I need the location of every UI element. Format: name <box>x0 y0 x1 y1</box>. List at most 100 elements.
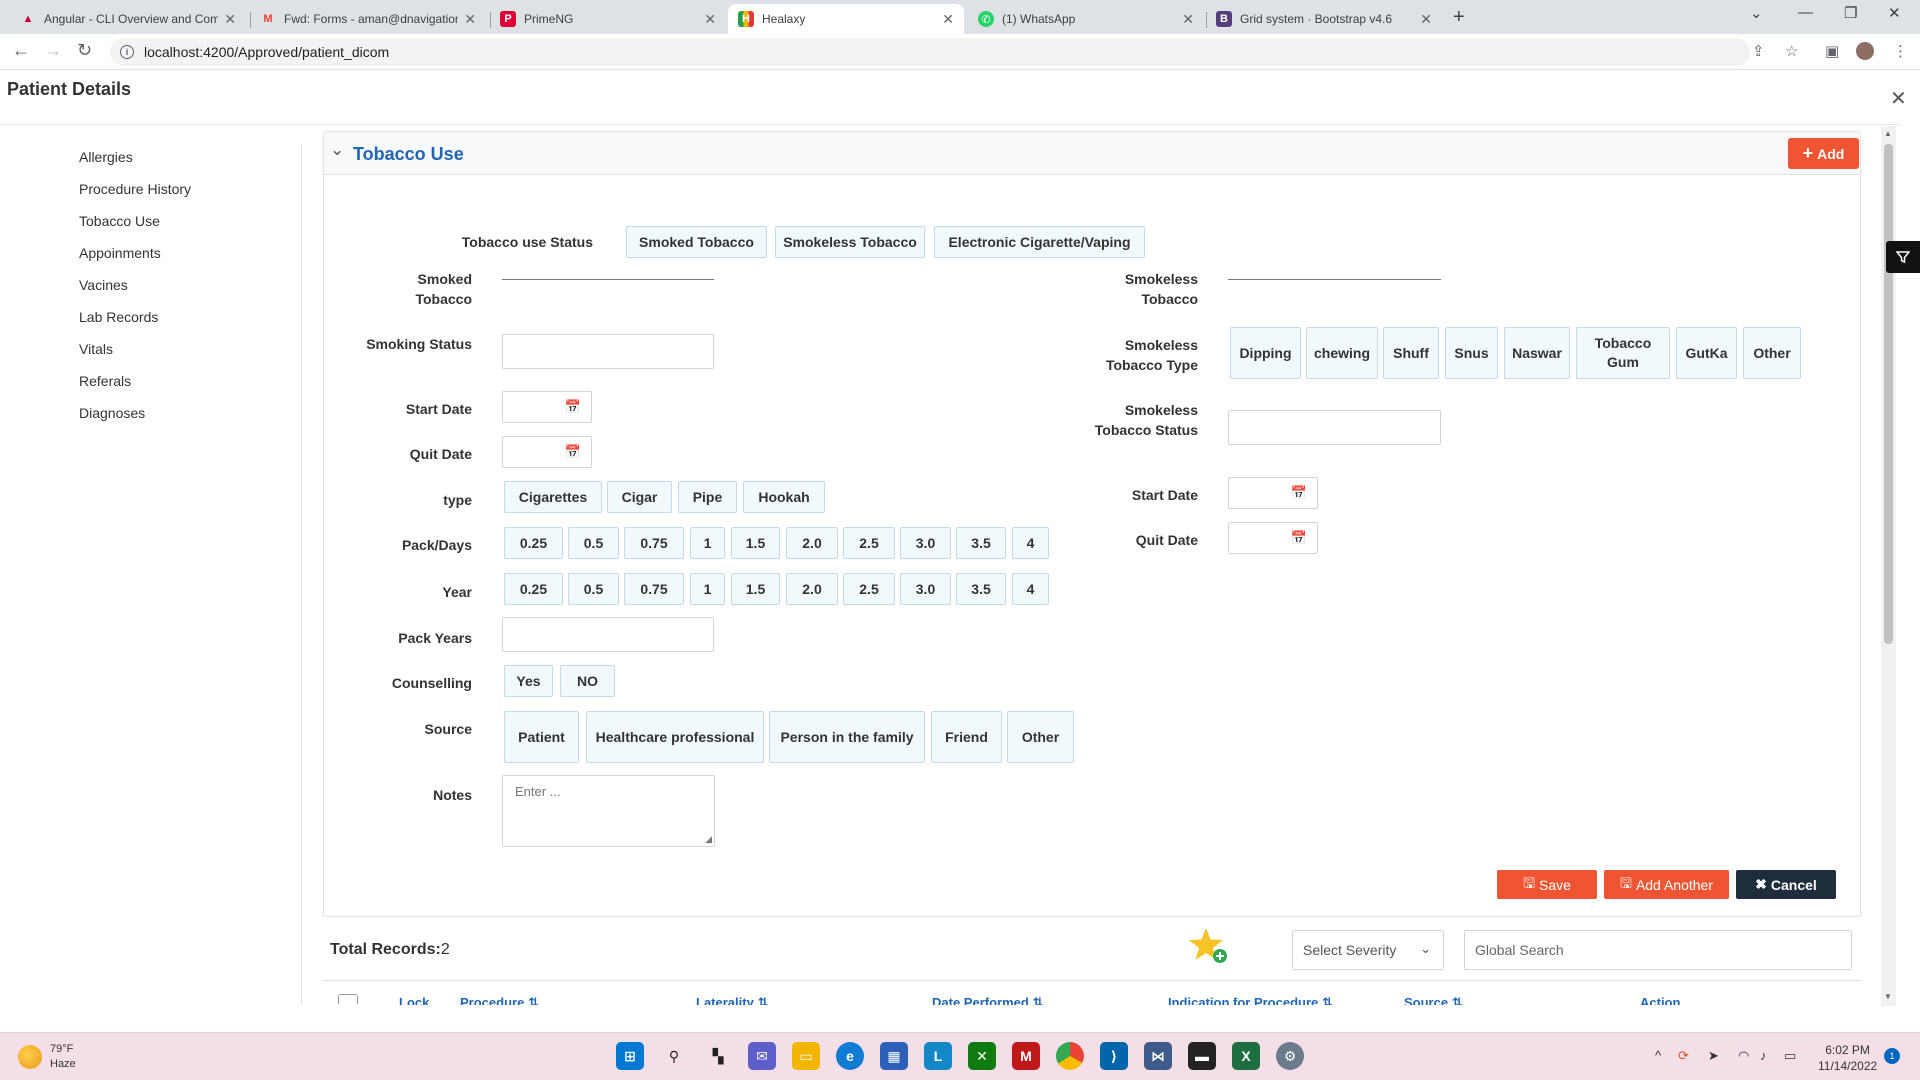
xbox-icon[interactable]: ✕ <box>968 1042 996 1070</box>
year-option[interactable]: 2.5 <box>843 573 895 605</box>
sync-icon[interactable]: ⟳ <box>1678 1048 1689 1064</box>
scroll-up-arrow-icon[interactable]: ▲ <box>1884 129 1892 138</box>
excel-icon[interactable]: X <box>1232 1042 1260 1070</box>
calendar-icon[interactable]: 📅 <box>1291 485 1307 501</box>
profile-avatar[interactable] <box>1856 42 1874 60</box>
pack-years-input[interactable] <box>502 617 714 652</box>
close-icon[interactable]: ✕ <box>942 11 954 28</box>
sidebar-item-allergies[interactable]: Allergies <box>79 149 133 165</box>
pack-days-option[interactable]: 2.5 <box>843 527 895 559</box>
pack-days-option[interactable]: 0.5 <box>568 527 619 559</box>
wifi-icon[interactable]: ◠ <box>1738 1048 1749 1064</box>
add-button[interactable]: + Add <box>1788 138 1859 169</box>
sidebar-item-vacines[interactable]: Vacines <box>79 277 128 293</box>
volume-icon[interactable]: ♪ <box>1760 1048 1767 1063</box>
close-icon[interactable]: ✕ <box>704 11 716 28</box>
browser-tab-primeng[interactable]: P PrimeNG ✕ <box>490 4 726 34</box>
smokeless-start-date-picker[interactable]: 📅 <box>1228 477 1318 509</box>
source-option-other[interactable]: Other <box>1007 711 1074 763</box>
source-option-patient[interactable]: Patient <box>504 711 579 763</box>
location-arrow-icon[interactable]: ➤ <box>1708 1048 1719 1064</box>
pack-days-option[interactable]: 1.5 <box>731 527 780 559</box>
site-info-icon[interactable]: i <box>120 45 134 59</box>
restore-icon[interactable]: ❐ <box>1844 4 1857 22</box>
new-tab-plus-icon[interactable]: + <box>1453 6 1465 29</box>
weather-widget[interactable]: 79°F Haze <box>18 1042 76 1072</box>
settings-gear-icon[interactable]: ⚙ <box>1276 1042 1304 1070</box>
calendar-icon[interactable]: 📅 <box>1291 530 1307 546</box>
battery-icon[interactable]: ▭ <box>1784 1048 1796 1064</box>
year-option[interactable]: 2.0 <box>786 573 838 605</box>
search-icon[interactable]: ⚲ <box>660 1042 688 1070</box>
close-icon[interactable]: ✕ <box>224 11 236 28</box>
sidebar-item-referals[interactable]: Referals <box>79 373 131 389</box>
back-arrow-icon[interactable]: ← <box>12 40 30 61</box>
column-header-date-performed[interactable]: Date Performed ⇅ <box>932 995 1043 1005</box>
year-option[interactable]: 3.5 <box>956 573 1006 605</box>
forward-arrow-icon[interactable]: → <box>44 40 62 61</box>
notes-textarea[interactable]: Enter ... ◢ <box>502 775 715 847</box>
mcafee-icon[interactable]: M <box>1012 1042 1040 1070</box>
chrome-icon[interactable] <box>1056 1042 1084 1070</box>
pack-days-option[interactable]: 0.25 <box>504 527 563 559</box>
side-panel-icon[interactable]: ▣ <box>1825 42 1839 60</box>
sidebar-item-tobacco-use[interactable]: Tobacco Use <box>79 213 160 229</box>
smoking-status-input[interactable] <box>502 334 714 369</box>
year-option[interactable]: 0.5 <box>568 573 619 605</box>
browser-tab-gmail[interactable]: M Fwd: Forms - aman@dnavigation ✕ <box>250 4 486 34</box>
smokeless-type-option-naswar[interactable]: Naswar <box>1504 327 1570 379</box>
counselling-option-yes[interactable]: Yes <box>504 665 553 697</box>
year-option[interactable]: 3.0 <box>900 573 951 605</box>
save-button[interactable]: 🖫 Save <box>1497 870 1597 899</box>
smokeless-type-option-dipping[interactable]: Dipping <box>1230 327 1301 379</box>
pack-days-option[interactable]: 3.0 <box>900 527 951 559</box>
browser-tab-whatsapp[interactable]: ✆ (1) WhatsApp ✕ <box>968 4 1204 34</box>
smokeless-type-option-shuff[interactable]: Shuff <box>1383 327 1439 379</box>
column-header-laterality[interactable]: Laterality ⇅ <box>696 995 768 1005</box>
file-explorer-icon[interactable]: ▭ <box>792 1042 820 1070</box>
favorite-add-star-icon[interactable] <box>1188 926 1228 966</box>
select-all-checkbox[interactable] <box>338 994 358 1004</box>
year-option[interactable]: 0.75 <box>624 573 684 605</box>
share-icon[interactable]: ⇪ <box>1752 42 1765 60</box>
filter-icon[interactable] <box>1886 241 1920 273</box>
pack-days-option[interactable]: 1 <box>690 527 725 559</box>
smokeless-type-option-other[interactable]: Other <box>1743 327 1801 379</box>
start-date-picker[interactable]: 📅 <box>502 391 592 423</box>
windows-start-icon[interactable]: ⊞ <box>616 1042 644 1070</box>
reload-icon[interactable]: ↻ <box>77 40 92 61</box>
browser-tab-angular[interactable]: ▲ Angular - CLI Overview and Com ✕ <box>10 4 246 34</box>
status-option-smoked[interactable]: Smoked Tobacco <box>626 226 767 258</box>
browser-menu-icon[interactable]: ⋮ <box>1893 42 1908 60</box>
chevron-down-icon[interactable]: ⌄ <box>330 140 344 160</box>
window-close-icon[interactable]: ✕ <box>1888 4 1901 22</box>
pack-days-option[interactable]: 4 <box>1012 527 1049 559</box>
store-icon[interactable]: ▦ <box>880 1042 908 1070</box>
column-header-indication[interactable]: Indication for Procedure ⇅ <box>1168 995 1333 1005</box>
type-option-hookah[interactable]: Hookah <box>743 481 825 513</box>
notification-badge[interactable]: 1 <box>1884 1048 1900 1064</box>
smokeless-quit-date-picker[interactable]: 📅 <box>1228 522 1318 554</box>
counselling-option-no[interactable]: NO <box>560 665 615 697</box>
sidebar-item-lab-records[interactable]: Lab Records <box>79 309 158 325</box>
calendar-icon[interactable]: 📅 <box>565 444 581 460</box>
smokeless-type-option-chewing[interactable]: chewing <box>1306 327 1378 379</box>
column-header-source[interactable]: Source ⇅ <box>1404 995 1463 1005</box>
app-icon[interactable]: ⋈ <box>1144 1042 1172 1070</box>
l-app-icon[interactable]: L <box>924 1042 952 1070</box>
severity-dropdown[interactable]: Select Severity ⌄ <box>1292 930 1444 970</box>
system-clock[interactable]: 6:02 PM 11/14/2022 <box>1818 1042 1877 1074</box>
calendar-icon[interactable]: 📅 <box>565 399 581 415</box>
edge-icon[interactable]: e <box>836 1042 864 1070</box>
status-option-vaping[interactable]: Electronic Cigarette/Vaping <box>934 226 1145 258</box>
pack-days-option[interactable]: 2.0 <box>786 527 838 559</box>
sidebar-item-diagnoses[interactable]: Diagnoses <box>79 405 145 421</box>
browser-tab-bootstrap[interactable]: B Grid system · Bootstrap v4.6 ✕ <box>1206 4 1442 34</box>
minimize-icon[interactable]: — <box>1798 4 1813 21</box>
status-option-smokeless[interactable]: Smokeless Tobacco <box>775 226 925 258</box>
source-option-friend[interactable]: Friend <box>931 711 1002 763</box>
url-field[interactable]: i localhost:4200/Approved/patient_dicom <box>110 38 1750 66</box>
type-option-cigar[interactable]: Cigar <box>607 481 672 513</box>
bookmark-star-icon[interactable]: ☆ <box>1785 42 1798 60</box>
sidebar-item-appoinments[interactable]: Appoinments <box>79 245 161 261</box>
